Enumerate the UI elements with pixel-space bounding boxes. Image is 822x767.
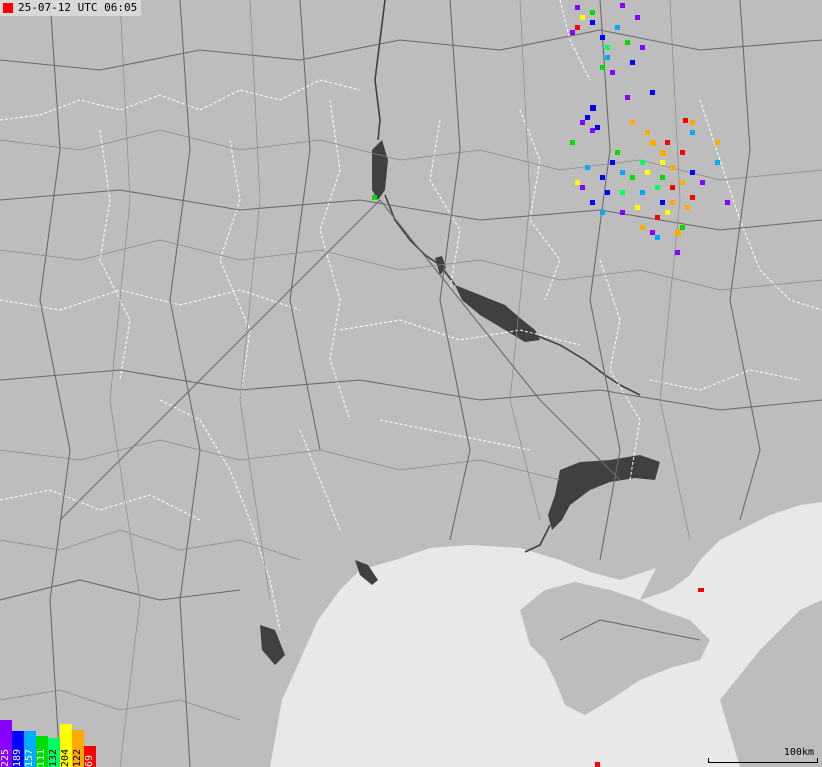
legend-label: 157 xyxy=(24,748,35,767)
scale-label: 100km xyxy=(783,747,814,758)
legend-bar-5: 204 xyxy=(60,724,72,767)
timestamp-marker xyxy=(3,3,13,13)
intensity-legend: 225 189 157 111 132 204 122 69 xyxy=(0,719,100,767)
legend-bar-0: 225 xyxy=(0,720,12,767)
legend-label: 111 xyxy=(36,748,47,767)
scale-bar: 100km xyxy=(708,747,818,765)
scale-line xyxy=(708,758,818,763)
legend-label: 204 xyxy=(60,748,71,767)
legend-bar-7: 69 xyxy=(84,746,96,767)
timestamp-bar: 25-07-12 UTC 06:05 xyxy=(0,0,142,16)
legend-bar-2: 157 xyxy=(24,731,36,767)
legend-label: 189 xyxy=(12,748,23,767)
legend-label: 122 xyxy=(72,748,83,767)
legend-bar-4: 132 xyxy=(48,738,60,767)
lightning-map xyxy=(0,0,822,767)
legend-label: 225 xyxy=(0,748,11,767)
legend-bar-3: 111 xyxy=(36,736,48,767)
legend-label: 132 xyxy=(48,748,59,767)
timestamp-text: 25-07-12 UTC 06:05 xyxy=(18,1,138,14)
legend-bar-1: 189 xyxy=(12,731,24,767)
legend-bar-6: 122 xyxy=(72,730,84,767)
legend-label: 69 xyxy=(84,754,95,767)
